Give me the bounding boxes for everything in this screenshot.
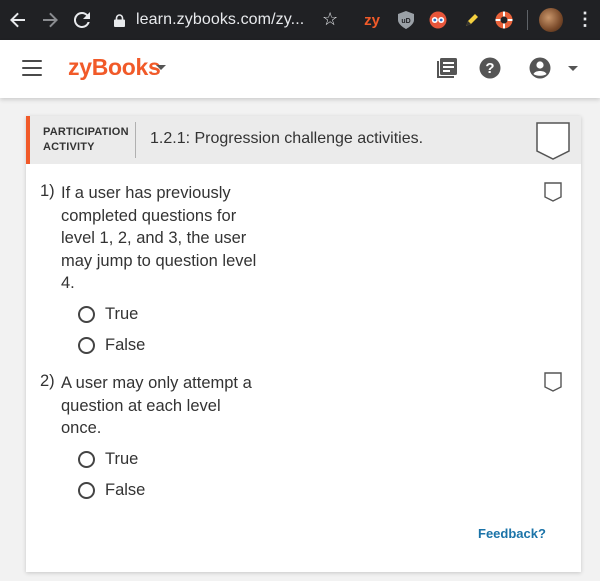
svg-text:?: ? <box>485 60 494 77</box>
activity-accent-bar <box>26 116 30 164</box>
bookmark-star-icon[interactable]: ☆ <box>322 9 338 30</box>
address-bar[interactable]: learn.zybooks.com/zy... <box>112 6 354 34</box>
more-menu-icon[interactable]: ⋮ <box>576 9 594 30</box>
question-text: If a user has previously completed quest… <box>61 184 257 292</box>
zy-extension-icon[interactable]: zy <box>362 10 382 30</box>
app-header: zyBooks ? <box>0 40 600 98</box>
forward-arrow-icon[interactable] <box>34 0 66 40</box>
profile-avatar[interactable] <box>539 8 563 32</box>
option-true[interactable]: True <box>78 448 138 470</box>
activity-completion-icon <box>536 122 570 160</box>
question-text: A user may only attempt a question at ea… <box>61 374 252 437</box>
lifesaver-icon[interactable] <box>494 10 514 30</box>
radio-button[interactable] <box>78 336 95 354</box>
option-label: True <box>105 304 139 323</box>
activity-title: 1.2.1: Progression challenge activities. <box>150 130 424 147</box>
question-completion-icon <box>544 182 562 202</box>
library-icon[interactable] <box>436 57 458 79</box>
question-completion-icon <box>544 372 562 392</box>
back-arrow-icon[interactable] <box>2 0 34 40</box>
radio-button[interactable] <box>78 305 95 323</box>
feedback-link[interactable]: Feedback? <box>478 526 546 541</box>
option-label: True <box>105 449 139 468</box>
svg-text:uD: uD <box>401 18 410 25</box>
question-number: 1) <box>40 182 55 200</box>
activity-header: PARTICIPATION ACTIVITY 1.2.1: Progressio… <box>26 116 581 164</box>
reload-icon[interactable] <box>66 0 98 40</box>
header-divider <box>135 122 136 158</box>
question-number: 2) <box>40 372 55 390</box>
url-text: learn.zybooks.com/zy... <box>136 11 305 28</box>
ublock-icon[interactable]: uD <box>396 10 416 30</box>
option-label: False <box>105 480 146 499</box>
account-chevron-down-icon[interactable] <box>568 66 578 71</box>
radio-button[interactable] <box>78 481 95 499</box>
option-true[interactable]: True <box>78 303 138 325</box>
radio-button[interactable] <box>78 450 95 468</box>
activity-type-label: PARTICIPATION ACTIVITY <box>43 126 129 153</box>
browser-toolbar: learn.zybooks.com/zy... ☆ zy uD ⋮ <box>0 0 600 40</box>
participation-activity-card: PARTICIPATION ACTIVITY 1.2.1: Progressio… <box>26 116 581 572</box>
option-false[interactable]: False <box>78 479 145 501</box>
lock-icon <box>112 13 126 27</box>
option-label: False <box>105 335 146 354</box>
highlighter-icon[interactable] <box>462 10 482 30</box>
hamburger-menu-icon[interactable] <box>22 60 42 76</box>
account-icon[interactable] <box>529 57 551 79</box>
help-icon[interactable]: ? <box>479 57 501 79</box>
eye-extension-icon[interactable] <box>428 10 448 30</box>
toolbar-separator <box>527 10 528 30</box>
brand-logo[interactable]: zyBooks <box>68 54 161 81</box>
brand-chevron-down-icon[interactable] <box>156 65 166 70</box>
option-false[interactable]: False <box>78 334 145 356</box>
